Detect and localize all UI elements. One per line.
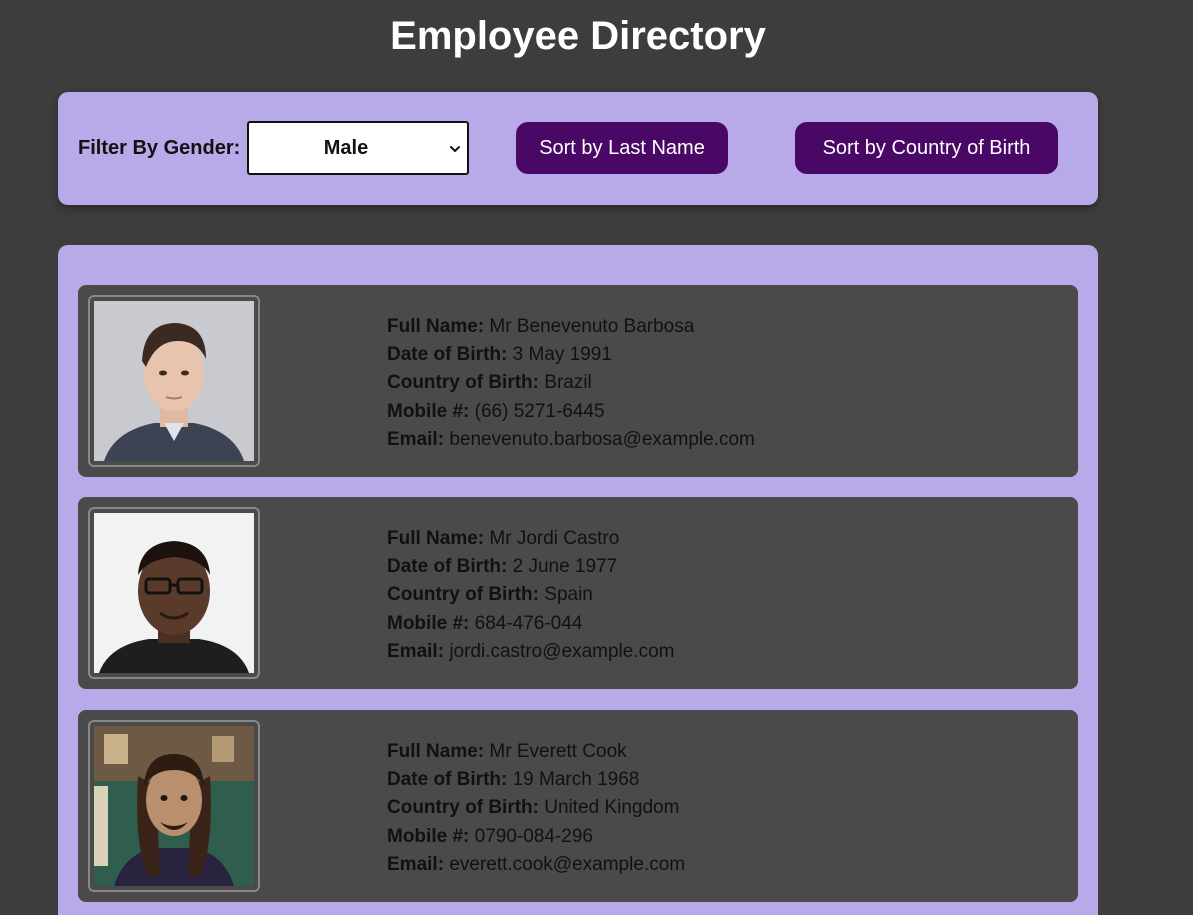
employee-photo [88,507,260,679]
sort-by-last-name-button[interactable]: Sort by Last Name [516,122,728,174]
employee-card: Full Name: Mr Benevenuto Barbosa Date of… [78,285,1078,477]
chevron-down-icon [450,146,460,152]
dob-value: 2 June 1977 [512,556,618,578]
country-value: United Kingdom [544,797,680,819]
email-value: jordi.castro@example.com [449,640,675,662]
full-name-value: Mr Benevenuto Barbosa [489,316,695,337]
portrait-photo-icon [94,301,254,461]
full-name-label: Full Name: [387,528,485,549]
controls-panel: Filter By Gender: Male Sort by Last Name… [58,92,1098,205]
employee-list: Full Name: Mr Benevenuto Barbosa Date of… [58,245,1098,915]
mobile-label: Mobile #: [387,612,470,634]
mobile-label: Mobile #: [387,825,470,847]
gender-filter-select[interactable]: Male [247,121,469,175]
full-name-label: Full Name: [387,316,485,337]
country-label: Country of Birth: [387,797,539,819]
portrait-photo-icon [94,726,254,886]
email-label: Email: [387,640,445,662]
mobile-value: 0790-084-296 [474,825,593,847]
dob-value: 3 May 1991 [512,344,612,366]
country-value: Brazil [544,372,592,394]
email-value: everett.cook@example.com [449,853,686,875]
filter-by-gender-label: Filter By Gender: [78,137,241,159]
full-name-value: Mr Jordi Castro [489,528,620,549]
mobile-value: (66) 5271-6445 [474,400,605,422]
email-label: Email: [387,853,445,875]
employee-info: Full Name: Mr Everett Cook Date of Birth… [387,738,685,879]
employee-card: Full Name: Mr Jordi Castro Date of Birth… [78,497,1078,689]
employee-photo [88,295,260,467]
country-label: Country of Birth: [387,584,539,606]
dob-label: Date of Birth: [387,769,508,791]
employee-info: Full Name: Mr Benevenuto Barbosa Date of… [387,313,755,454]
email-label: Email: [387,428,445,450]
mobile-label: Mobile #: [387,400,470,422]
employee-photo [88,720,260,892]
employee-card: Full Name: Mr Everett Cook Date of Birth… [78,710,1078,902]
email-value: benevenuto.barbosa@example.com [449,428,755,450]
mobile-value: 684-476-044 [474,612,583,634]
full-name-label: Full Name: [387,741,485,762]
gender-select-value: Male [323,137,369,159]
country-value: Spain [544,584,593,606]
dob-label: Date of Birth: [387,344,508,366]
sort-by-country-button[interactable]: Sort by Country of Birth [795,122,1058,174]
dob-value: 19 March 1968 [512,769,640,791]
page: Employee Directory Filter By Gender: Mal… [0,0,1193,915]
employee-info: Full Name: Mr Jordi Castro Date of Birth… [387,525,675,666]
page-title: Employee Directory [390,14,766,58]
country-label: Country of Birth: [387,372,539,394]
full-name-value: Mr Everett Cook [489,741,627,762]
dob-label: Date of Birth: [387,556,508,578]
portrait-photo-icon [94,513,254,673]
